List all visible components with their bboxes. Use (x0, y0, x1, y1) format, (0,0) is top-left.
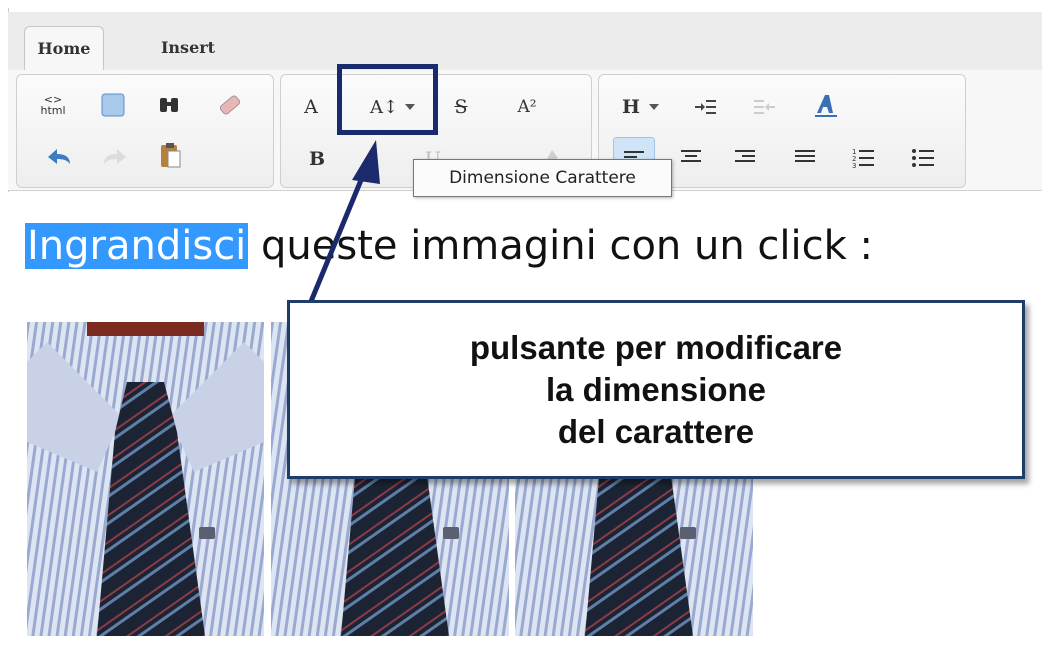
tie-photo-1 (27, 322, 264, 636)
numbered-list-icon: 123 (852, 148, 874, 168)
toolbar-group-document: <> html (16, 74, 274, 188)
paste-button[interactable] (151, 135, 191, 175)
justify-button[interactable] (785, 137, 825, 177)
tab-insert[interactable]: Insert (143, 26, 233, 70)
bullet-list-button[interactable] (903, 137, 943, 177)
callout-line-1: pulsante per modificare (469, 328, 843, 366)
editor-heading: Ingrandisci queste immagini con un click… (25, 213, 873, 279)
outdent-icon (754, 100, 775, 114)
heading-text: queste immagini con un click : (248, 223, 873, 269)
bullet-list-icon (912, 149, 934, 167)
outdent-button[interactable] (745, 87, 785, 127)
find-button[interactable] (149, 85, 189, 125)
ribbon-tab-bar: Home Insert (8, 12, 1042, 72)
html-button[interactable]: <> html (33, 85, 73, 125)
superscript-button[interactable]: A² (507, 87, 547, 127)
undo-icon (48, 149, 70, 164)
callout-line-2: la dimensione (545, 370, 767, 408)
eraser-button[interactable] (209, 85, 249, 125)
block-icon (101, 93, 125, 117)
undo-button[interactable] (39, 137, 79, 177)
font-button[interactable]: A (291, 87, 331, 127)
heading-icon: H (622, 96, 640, 118)
callout-line-3: del carattere (557, 412, 755, 450)
font-size-highlight-box (337, 64, 438, 135)
eraser-icon (219, 95, 241, 115)
indent-button[interactable] (685, 87, 725, 127)
font-icon: A (304, 96, 318, 118)
numbered-list-button[interactable]: 123 (843, 137, 883, 177)
paste-icon (161, 143, 181, 168)
align-center-button[interactable] (671, 137, 711, 177)
align-right-icon (735, 150, 755, 162)
bold-button[interactable]: B (297, 139, 337, 179)
justify-icon (795, 150, 815, 162)
redo-button[interactable] (95, 137, 135, 177)
align-right-button[interactable] (725, 137, 765, 177)
annotation-callout: pulsante per modificare la dimensione de… (287, 300, 1025, 479)
strikethrough-icon: S (454, 96, 468, 118)
strikethrough-button[interactable]: S (441, 87, 481, 127)
superscript-icon: A² (517, 97, 537, 117)
redo-icon (104, 149, 126, 164)
align-center-icon (681, 150, 701, 162)
svg-text:3: 3 (852, 162, 856, 168)
selected-text: Ingrandisci (25, 223, 249, 269)
tooltip: Dimensione Carattere (413, 159, 672, 197)
bold-icon: B (308, 148, 326, 170)
tab-home[interactable]: Home (24, 26, 104, 72)
chevron-down-icon (648, 104, 659, 110)
heading-button[interactable]: H (611, 87, 671, 127)
block-button[interactable] (93, 85, 133, 125)
indent-icon (695, 100, 716, 114)
binoculars-icon (160, 98, 178, 112)
text-style-button[interactable] (805, 85, 845, 125)
text-style-icon (815, 95, 837, 117)
